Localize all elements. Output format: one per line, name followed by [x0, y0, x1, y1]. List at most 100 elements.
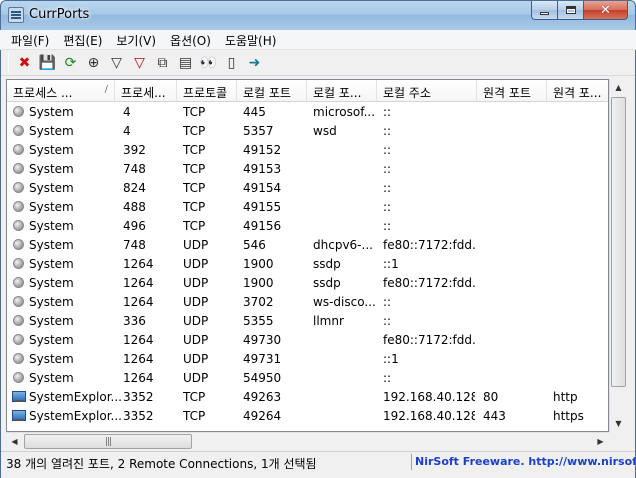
system-process-icon — [13, 315, 24, 326]
scroll-up-button[interactable]: ▲ — [610, 79, 627, 96]
table-cell: 445 — [243, 105, 266, 119]
table-row[interactable]: System 488 TCP 49155:: — [7, 198, 608, 217]
system-process-icon — [13, 220, 24, 231]
find-button[interactable]: 👀 — [197, 52, 220, 74]
scroll-down-button[interactable]: ▼ — [610, 415, 627, 432]
table-row[interactable]: System 1264 UDP 49731::1 — [7, 350, 608, 369]
menu-view[interactable]: 보기(V) — [109, 30, 163, 50]
table-cell: SystemExplor... — [29, 390, 122, 404]
table-row[interactable]: System 748 TCP 49153:: — [7, 160, 608, 179]
table-cell: 49156 — [243, 219, 282, 233]
system-process-icon — [13, 182, 24, 193]
filter-remove-button[interactable]: ▽ — [128, 52, 151, 74]
save-button[interactable]: 💾 — [36, 52, 59, 74]
table-cell: System — [29, 371, 74, 385]
menu-help[interactable]: 도움말(H) — [218, 30, 284, 50]
table-row[interactable]: System 1264 UDP 54950:: — [7, 369, 608, 388]
table-cell: fe80::7172:fdd... — [383, 333, 475, 347]
menu-edit[interactable]: 편집(E) — [56, 30, 109, 50]
column-header-label: 로컬 주소 — [383, 86, 431, 100]
column-header-6[interactable]: 로컬 주소 — [377, 80, 477, 102]
table-cell: 49731 — [243, 352, 282, 366]
copy-button[interactable]: ⧉ — [151, 52, 174, 74]
table-row[interactable]: System 1264 UDP 3702 ws-disco...:: — [7, 293, 608, 312]
vertical-scrollbar[interactable]: ▲ ▼ — [609, 79, 626, 432]
title-bar[interactable]: CurrPorts ✕ — [0, 0, 636, 30]
app-icon — [8, 7, 24, 23]
table-row[interactable]: System 1264 UDP 1900 ssdp::1 — [7, 255, 608, 274]
table-cell: 1264 — [123, 371, 154, 385]
table-row[interactable]: System 1264 UDP 49730 fe80::7172:fdd... — [7, 331, 608, 350]
table-cell: 392 — [123, 143, 146, 157]
table-cell: :: — [383, 314, 392, 328]
table-cell: System — [29, 314, 74, 328]
table-cell: 49263 — [243, 390, 282, 404]
nirsoft-link[interactable]: NirSoft Freeware. http://www.nirsoft.net — [415, 455, 635, 468]
toolbar: ✖ 💾 ⟳ ⊕ ▽ ▽ ⧉ ▤ 👀 ▯ ➜ — [1, 50, 635, 76]
table-cell: 5355 — [243, 314, 274, 328]
refresh-button[interactable]: ⟳ — [59, 52, 82, 74]
toolbar-separator — [8, 52, 9, 73]
table-row[interactable]: SystemExplor... 3352 TCP 49263 192.168.40.12… — [7, 388, 608, 407]
column-header-4[interactable]: 로컬 포트 — [237, 80, 307, 102]
table-cell: SystemExplor... — [29, 409, 122, 423]
table-cell: 1264 — [123, 295, 154, 309]
menu-file[interactable]: 파일(F) — [4, 30, 56, 50]
html-report-icon: ▤ — [178, 54, 193, 71]
column-header-8[interactable]: 원격 포... — [547, 80, 608, 102]
close-ports-icon: ✖ — [18, 54, 31, 71]
ports-list[interactable]: 프로세스 ... / 프로세... 프로토콜 로컬 포트 로컬 포... 로컬 주소 원격 포… — [6, 79, 609, 432]
menu-options[interactable]: 옵션(O) — [163, 30, 218, 50]
table-cell: System — [29, 276, 74, 290]
maximize-button[interactable] — [558, 1, 584, 20]
table-row[interactable]: SystemExplor... 3352 TCP 49264 192.168.40.12… — [7, 407, 608, 426]
close-ports-button[interactable]: ✖ — [13, 52, 36, 74]
exit-button[interactable]: ➜ — [243, 52, 266, 74]
horizontal-scrollbar[interactable]: ◀ ||| ▶ — [6, 432, 609, 449]
table-cell: System — [29, 105, 74, 119]
sort-indicator: / — [104, 84, 108, 95]
horizontal-scroll-thumb[interactable]: ||| — [24, 434, 192, 449]
table-cell: 1264 — [123, 352, 154, 366]
document-button[interactable]: ▯ — [220, 52, 243, 74]
filter-remove-icon: ▽ — [134, 54, 145, 71]
table-row[interactable]: System 824 TCP 49154:: — [7, 179, 608, 198]
table-row[interactable]: System 336 UDP 5355 llmnr:: — [7, 312, 608, 331]
table-cell: 192.168.40.128 — [383, 409, 475, 423]
status-divider — [411, 454, 412, 470]
close-button[interactable]: ✕ — [584, 1, 628, 20]
table-cell: :: — [383, 143, 392, 157]
table-cell: 1264 — [123, 333, 154, 347]
rows-container: System 4 TCP 445 microsof...:: System 4 TCP 5357… — [7, 103, 608, 426]
column-header-label: 로컬 포트 — [243, 86, 291, 100]
table-row[interactable]: System 392 TCP 49152:: — [7, 141, 608, 160]
scroll-right-button[interactable]: ▶ — [592, 433, 609, 450]
table-cell: 3352 — [123, 390, 154, 404]
table-cell: UDP — [183, 352, 209, 366]
minimize-button[interactable] — [531, 1, 558, 20]
html-report-button[interactable]: ▤ — [174, 52, 197, 74]
table-cell: 1900 — [243, 257, 274, 271]
refresh-icon: ⟳ — [64, 54, 77, 71]
table-cell: :: — [383, 105, 392, 119]
vertical-scroll-thumb[interactable] — [611, 97, 626, 387]
table-row[interactable]: System 748 UDP 546 dhcpv6-... fe80::7172:fdd.… — [7, 236, 608, 255]
table-cell: :: — [383, 295, 392, 309]
column-header-3[interactable]: 프로토콜 — [177, 80, 237, 102]
column-header-label: 프로토콜 — [183, 86, 228, 100]
table-row[interactable]: System 4 TCP 445 microsof...:: — [7, 103, 608, 122]
scroll-left-button[interactable]: ◀ — [6, 433, 23, 450]
table-cell: 4 — [123, 105, 131, 119]
column-header-1[interactable]: 프로세스 ... / — [7, 80, 115, 102]
filter-button[interactable]: ▽ — [105, 52, 128, 74]
table-row[interactable]: System 4 TCP 5357 wsd:: — [7, 122, 608, 141]
table-cell: UDP — [183, 295, 209, 309]
table-row[interactable]: System 1264 UDP 1900 ssdp fe80::7172:fdd... — [7, 274, 608, 293]
table-cell: :: — [383, 181, 392, 195]
column-header-7[interactable]: 원격 포트 — [477, 80, 547, 102]
properties-button[interactable]: ⊕ — [82, 52, 105, 74]
column-header-2[interactable]: 프로세... — [115, 80, 177, 102]
column-header-5[interactable]: 로컬 포... — [307, 80, 377, 102]
table-cell: fe80::7172:fdd... — [383, 276, 475, 290]
table-row[interactable]: System 496 TCP 49156:: — [7, 217, 608, 236]
